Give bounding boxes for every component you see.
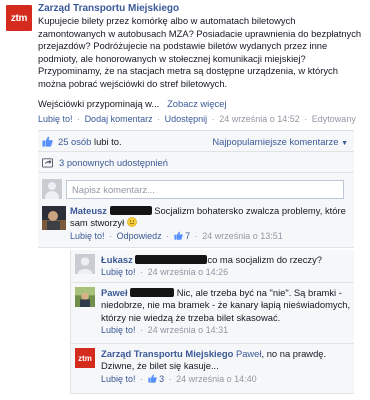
shares-link[interactable]: 3 ponownych udostępnień xyxy=(59,157,168,168)
separator: · xyxy=(140,267,144,278)
comment-reply-link[interactable]: Odpowiedz xyxy=(117,231,162,241)
reply-author-name[interactable]: Paweł xyxy=(101,287,128,298)
comment-sort-dropdown[interactable]: Najpopularniejsze komentarze ▼ xyxy=(212,136,348,147)
share-link[interactable]: Udostępnij xyxy=(165,114,208,124)
likes-summary: 25 osób lubi to. xyxy=(58,136,122,147)
reply-item: Paweł Nic, ale trzeba być na "nie". Są b… xyxy=(70,283,354,344)
comment-like-link[interactable]: Lubię to! xyxy=(70,231,105,241)
thumbs-up-icon xyxy=(147,374,157,383)
separator: · xyxy=(140,325,144,336)
shares-row: 3 ponownych udostępnień xyxy=(38,152,354,173)
reply-avatar[interactable] xyxy=(75,254,95,274)
reply-date[interactable]: 24 września o 14:40 xyxy=(176,374,257,384)
likes-count-link[interactable]: 25 osób xyxy=(58,136,91,147)
reply-content: Paweł Nic, ale trzeba być na "nie". Są b… xyxy=(101,287,351,335)
page-name[interactable]: Zarząd Transportu Miejskiego xyxy=(38,3,179,14)
edited-label[interactable]: Edytowany xyxy=(312,114,356,124)
separator: · xyxy=(211,114,215,124)
reply-text-block: Paweł Nic, ale trzeba być na "nie". Są b… xyxy=(101,287,351,324)
reply-text-block: Łukasz co ma socjalizm do rzeczy? xyxy=(101,254,351,266)
reply-meta: Lubię to! · 24 września o 14:26 xyxy=(101,267,351,277)
commenter-avatar[interactable] xyxy=(42,206,66,230)
separator: · xyxy=(140,373,144,384)
comment-item: Mateusz Socjalizm bohatersko zwalcza pro… xyxy=(38,200,354,248)
separator: · xyxy=(157,114,161,124)
like-link[interactable]: Lubię to! xyxy=(38,114,73,124)
redacted-surname xyxy=(135,255,208,264)
separator: · xyxy=(194,230,198,241)
separator: · xyxy=(109,230,113,241)
ufi-panel: 25 osób lubi to. Najpopularniejsze komen… xyxy=(38,130,354,207)
post-date[interactable]: 24 września o 14:52 xyxy=(219,114,300,124)
ztm-logo: ztm xyxy=(10,12,28,24)
commenter-name[interactable]: Mateusz xyxy=(70,205,107,216)
separator: · xyxy=(168,373,172,384)
ztm-logo: ztm xyxy=(78,353,92,363)
separator: · xyxy=(77,114,81,124)
comment-text-block: Mateusz Socjalizm bohatersko zwalcza pro… xyxy=(70,205,348,230)
likes-suffix: lubi to. xyxy=(91,135,122,147)
reply-text-block: Zarząd Transportu Miejskiego Paweł, no n… xyxy=(101,348,351,373)
reply-date[interactable]: 24 września o 14:31 xyxy=(148,325,229,335)
likes-row: 25 osób lubi to. Najpopularniejsze komen… xyxy=(38,131,354,152)
comment-content: Mateusz Socjalizm bohatersko zwalcza pro… xyxy=(70,205,348,241)
comment-sort-label: Najpopularniejsze komentarze xyxy=(212,136,339,147)
post-body: Kupujecie bilety przez komórkę albo w au… xyxy=(38,15,362,89)
ztm-reply-avatar[interactable]: ztm xyxy=(75,348,95,368)
post-footnote: Wejściówki przypominają w... Zobacz więc… xyxy=(38,98,226,109)
redacted-surname xyxy=(130,288,175,297)
reply-content: Zarząd Transportu Miejskiego Paweł, no n… xyxy=(101,348,351,384)
reply-avatar[interactable] xyxy=(75,287,95,307)
reply-meta: Lubię to! · 3 · 24 września o 14:40 xyxy=(101,374,351,384)
mentioned-user-link[interactable]: Paweł xyxy=(236,348,262,359)
reply-like-link[interactable]: Lubię to! xyxy=(101,374,136,384)
page-avatar[interactable]: ztm xyxy=(6,5,32,31)
thumbs-up-icon xyxy=(42,136,53,147)
reply-like-link[interactable]: Lubię to! xyxy=(101,267,136,277)
reply-meta: Lubię to! · 24 września o 14:31 xyxy=(101,325,351,335)
current-user-avatar xyxy=(42,179,62,199)
reply-author-name[interactable]: Zarząd Transportu Miejskiego xyxy=(101,348,233,359)
add-comment-link[interactable]: Dodaj komentarz xyxy=(85,114,153,124)
smiley-icon xyxy=(126,217,137,228)
chevron-down-icon: ▼ xyxy=(341,140,348,147)
post-footnote-text: Wejściówki przypominają w... xyxy=(38,98,160,109)
comment-likes-count[interactable]: 7 xyxy=(185,231,190,241)
see-more-link[interactable]: Zobacz więcej xyxy=(167,98,226,109)
reply-likes-count[interactable]: 3 xyxy=(159,374,164,384)
reply-item: Łukasz co ma socjalizm do rzeczy? Lubię … xyxy=(70,250,354,283)
reply-like-link[interactable]: Lubię to! xyxy=(101,325,136,335)
see-more-sep xyxy=(162,98,165,109)
reply-content: Łukasz co ma socjalizm do rzeczy? Lubię … xyxy=(101,254,351,277)
redacted-surname xyxy=(109,206,152,215)
separator: · xyxy=(304,114,308,124)
separator: · xyxy=(166,230,170,241)
reply-author-name[interactable]: Łukasz xyxy=(101,254,133,265)
comment-meta: Lubię to! · Odpowiedz · 7 · 24 września … xyxy=(70,231,348,241)
post-actions: Lubię to! · Dodaj komentarz · Udostępnij… xyxy=(38,114,356,124)
share-icon xyxy=(42,157,53,168)
comment-date[interactable]: 24 września o 13:51 xyxy=(202,231,283,241)
reply-date[interactable]: 24 września o 14:26 xyxy=(148,267,229,277)
thumbs-up-icon xyxy=(174,231,183,240)
comment-input[interactable] xyxy=(66,180,344,199)
reply-text: co ma socjalizm do rzeczy? xyxy=(207,254,323,265)
reply-item: ztm Zarząd Transportu Miejskiego Paweł, … xyxy=(70,344,354,394)
